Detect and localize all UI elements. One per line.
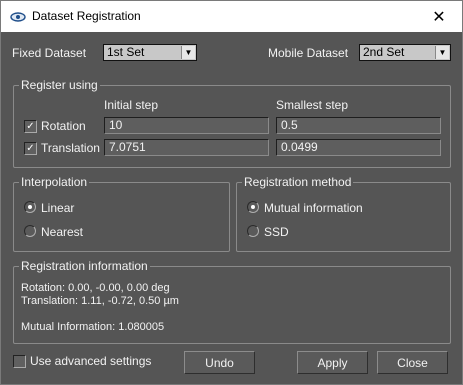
mobile-dataset-label: Mobile Dataset	[268, 46, 349, 60]
translation-result: Translation: 1.11, -0.72, 0.50 µm	[21, 295, 179, 307]
registration-method-title: Registration method	[242, 175, 354, 189]
dataset-registration-dialog: Dataset Registration ✕ Fixed Dataset 1st…	[0, 0, 463, 385]
nearest-radio[interactable]	[24, 225, 36, 237]
dialog-body: Fixed Dataset 1st Set ▼ Mobile Dataset 2…	[1, 32, 462, 384]
nearest-label: Nearest	[41, 225, 84, 239]
chevron-down-icon: ▼	[435, 46, 449, 59]
eye-icon	[10, 12, 26, 22]
rotation-label: Rotation	[41, 119, 86, 133]
translation-smallest-step-input[interactable]	[276, 139, 441, 156]
checkmark-icon: ✓	[26, 121, 35, 132]
translation-initial-step-input[interactable]	[104, 139, 269, 156]
translation-label: Translation	[41, 141, 100, 155]
use-advanced-settings-label: Use advanced settings	[30, 354, 152, 368]
interpolation-title: Interpolation	[19, 175, 90, 189]
register-using-group: Register using Initial step Smallest ste…	[13, 78, 451, 168]
mutual-information-result: Mutual Information: 1.080005	[21, 321, 165, 333]
mutual-information-label: Mutual information	[264, 201, 363, 215]
rotation-result: Rotation: 0.00, -0.00, 0.00 deg	[21, 282, 170, 294]
use-advanced-settings-checkbox[interactable]	[13, 355, 26, 368]
chevron-down-icon: ▼	[181, 46, 195, 59]
registration-information-title: Registration information	[19, 259, 150, 273]
fixed-dataset-label: Fixed Dataset	[12, 46, 87, 60]
initial-step-header: Initial step	[104, 98, 159, 112]
title-bar: Dataset Registration ✕	[1, 1, 462, 32]
linear-radio[interactable]	[24, 201, 36, 213]
smallest-step-header: Smallest step	[276, 98, 349, 112]
checkmark-icon: ✓	[26, 143, 35, 154]
registration-method-group: Registration method Mutual information S…	[236, 175, 451, 252]
apply-button[interactable]: Apply	[297, 351, 368, 374]
close-window-button[interactable]: ✕	[416, 1, 462, 32]
ssd-radio[interactable]	[247, 225, 259, 237]
interpolation-group: Interpolation Linear Nearest	[13, 175, 230, 252]
window-title: Dataset Registration	[32, 9, 141, 23]
mutual-information-radio[interactable]	[247, 201, 259, 213]
ssd-label: SSD	[264, 225, 289, 239]
close-icon: ✕	[432, 8, 446, 26]
close-button[interactable]: Close	[377, 351, 448, 374]
translation-checkbox[interactable]: ✓	[24, 142, 37, 155]
rotation-initial-step-input[interactable]	[104, 117, 269, 134]
linear-label: Linear	[41, 201, 75, 215]
fixed-dataset-select[interactable]: 1st Set ▼	[103, 44, 197, 61]
fixed-dataset-value: 1st Set	[107, 45, 145, 59]
undo-button[interactable]: Undo	[184, 351, 255, 374]
rotation-checkbox[interactable]: ✓	[24, 120, 37, 133]
register-using-title: Register using	[19, 78, 100, 92]
rotation-smallest-step-input[interactable]	[276, 117, 441, 134]
mobile-dataset-value: 2nd Set	[363, 45, 405, 59]
mobile-dataset-select[interactable]: 2nd Set ▼	[359, 44, 451, 61]
